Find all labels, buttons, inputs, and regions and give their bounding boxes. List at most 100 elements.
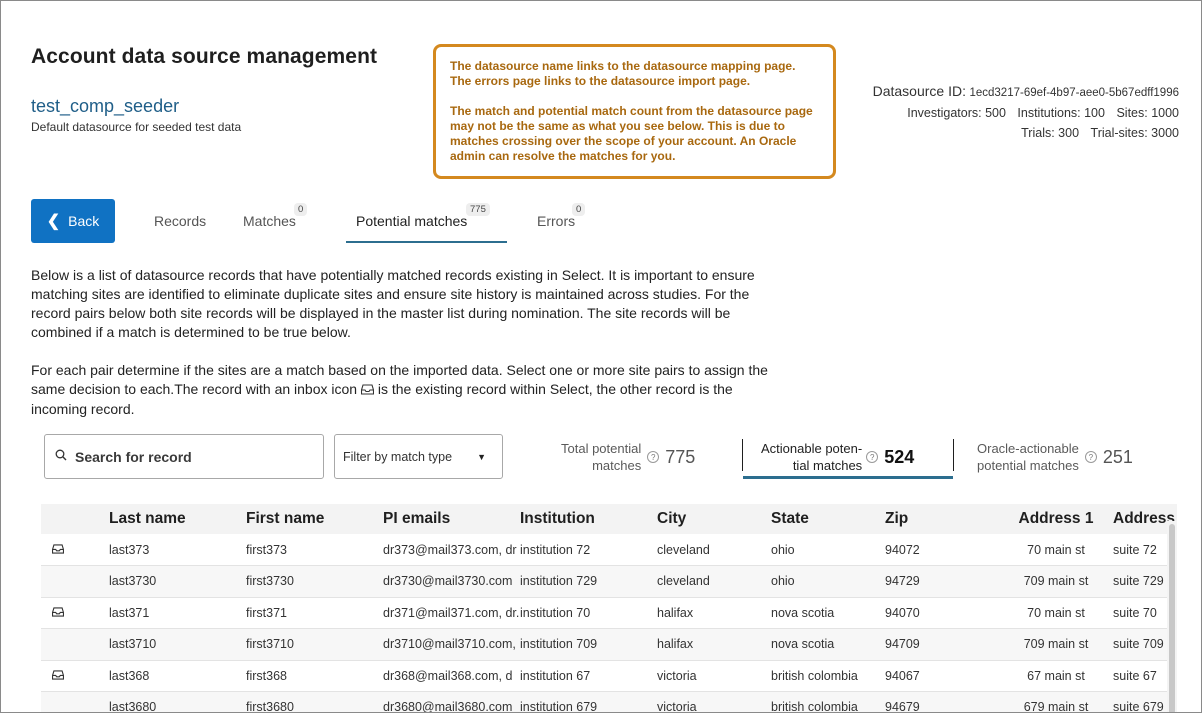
cell-pi-emails: dr3710@mail3710.com, [383,628,520,661]
tab-errors[interactable]: Errors 0 [537,199,586,243]
cell-last-name: last3680 [109,691,246,712]
inbox-icon [52,669,64,683]
column-header-address-1[interactable]: Address 1 [999,504,1113,534]
column-header-zip[interactable]: Zip [885,504,999,534]
actionable-potential-matches[interactable]: Actionable poten- tial matches ? 524 [761,436,914,478]
row-icon-cell [41,565,109,598]
trial-sites-count: Trial-sites: 3000 [1090,126,1179,140]
cell-institution: institution 679 [520,691,657,712]
tab-records[interactable]: Records [154,199,206,243]
table-row[interactable]: last373 first373 dr373@mail373.com, dr inst… [41,534,1177,566]
back-button[interactable]: ❮ Back [31,199,115,243]
tab-matches[interactable]: Matches 0 [243,199,308,243]
oracle-actionable-potential-matches[interactable]: Oracle-actionable potential matches ? 25… [977,436,1133,478]
tab-potential-matches[interactable]: Potential matches 775 [356,199,490,243]
column-header-city[interactable]: City [657,504,771,534]
cell-first-name: first3710 [246,628,383,661]
cell-state: british colombia [771,691,885,712]
help-icon[interactable]: ? [647,451,660,463]
tab-matches-label: Matches [243,213,296,229]
tab-records-label: Records [154,213,207,229]
cell-last-name: last3710 [109,628,246,661]
help-icon[interactable]: ? [1084,451,1097,463]
cell-pi-emails: dr3730@mail3730.com [383,565,520,598]
divider [953,439,954,471]
match-type-filter-label: Filter by match type [343,449,453,464]
institutions-count: Institutions: 100 [1017,106,1105,120]
cell-institution: institution 709 [520,628,657,661]
table-row[interactable]: last368 first368 dr368@mail368.com, d insti… [41,660,1177,692]
help-icon[interactable]: ? [866,451,879,463]
callout-paragraph-2: The match and potential match count from… [450,104,813,163]
column-header-last-name[interactable]: Last name [109,504,246,534]
potential-matches-table: Last name First name PI emails Instituti… [41,504,1177,712]
column-header-first-name[interactable]: First name [246,504,383,534]
cell-zip: 94067 [885,660,999,692]
cell-city: victoria [657,660,771,692]
inbox-icon [360,381,375,400]
cell-address-1: 709 main st [999,565,1113,598]
total-potential-label-line2: matches [592,458,642,473]
trials-count: Trials: 300 [1021,126,1080,140]
table-row[interactable]: last3680 first3680 dr3680@mail3680.com inst… [41,691,1177,712]
oracle-actionable-label-line2: potential matches [977,458,1079,473]
cell-state: british colombia [771,660,885,692]
datasource-meta: Datasource ID: 1ecd3217-69ef-4b97-aee0-5… [873,81,1179,143]
table-body: last373 first373 dr373@mail373.com, dr inst… [41,534,1177,712]
cell-state: nova scotia [771,597,885,629]
cell-city: victoria [657,691,771,712]
page-title: Account data source management [31,45,378,68]
sites-count: Sites: 1000 [1116,106,1179,120]
cell-address-1: 709 main st [999,628,1113,661]
back-button-label: Back [68,213,100,229]
datasource-description: Default datasource for seeded test data [31,120,242,134]
caret-down-icon: ▼ [477,451,486,462]
match-type-filter[interactable]: Filter by match type ▼ [334,434,503,479]
row-icon-cell [41,628,109,661]
total-potential-matches[interactable]: Total potential matches ? 775 [561,436,695,478]
actionable-label: Actionable poten- tial matches [761,440,862,474]
actionable-label-line1: Actionable poten- [761,441,863,456]
table-header-row: Last name First name PI emails Instituti… [41,504,1177,534]
actionable-value: 524 [884,446,915,467]
oracle-actionable-label: Oracle-actionable potential matches [977,440,1079,474]
cell-pi-emails: dr3680@mail3680.com [383,691,520,712]
table-scrollbar-thumb[interactable] [1169,524,1175,712]
cell-city: halifax [657,628,771,661]
cell-pi-emails: dr373@mail373.com, dr [383,534,520,566]
table-row[interactable]: last3710 first3710 dr3710@mail3710.com, ins… [41,628,1177,661]
column-header-institution[interactable]: Institution [520,504,657,534]
cell-institution: institution 729 [520,565,657,598]
tab-errors-badge: 0 [572,203,586,216]
cell-zip: 94070 [885,597,999,629]
table-row[interactable]: last3730 first3730 dr3730@mail3730.com inst… [41,565,1177,598]
cell-zip: 94709 [885,628,999,661]
column-header-pi-emails[interactable]: PI emails [383,504,520,534]
info-callout: The datasource name links to the datasou… [433,44,836,179]
active-tab-indicator [346,241,507,243]
callout-paragraph-1: The datasource name links to the datasou… [450,59,796,88]
chevron-left-icon: ❮ [46,213,61,230]
datasource-id-value: 1ecd3217-69ef-4b97-aee0-5b67edff1996 [969,87,1179,99]
row-icon-cell [41,534,109,566]
cell-last-name: last373 [109,534,246,566]
cell-zip: 94072 [885,534,999,566]
search-box[interactable] [44,434,324,479]
cell-first-name: first368 [246,660,383,692]
table-row[interactable]: last371 first371 dr371@mail371.com, dr. ins… [41,597,1177,629]
cell-institution: institution 72 [520,534,657,566]
datasource-name-link[interactable]: test_comp_seeder [31,96,179,117]
cell-zip: 94729 [885,565,999,598]
tab-matches-badge: 0 [294,203,308,216]
cell-address-1: 70 main st [999,534,1113,566]
cell-pi-emails: dr368@mail368.com, d [383,660,520,692]
cell-first-name: first3680 [246,691,383,712]
total-potential-value: 775 [665,446,696,467]
cell-last-name: last371 [109,597,246,629]
column-header-state[interactable]: State [771,504,885,534]
search-input[interactable] [75,448,295,465]
tab-potential-matches-badge: 775 [466,203,490,216]
cell-state: ohio [771,534,885,566]
row-icon-cell [41,691,109,712]
cell-address-1: 67 main st [999,660,1113,692]
